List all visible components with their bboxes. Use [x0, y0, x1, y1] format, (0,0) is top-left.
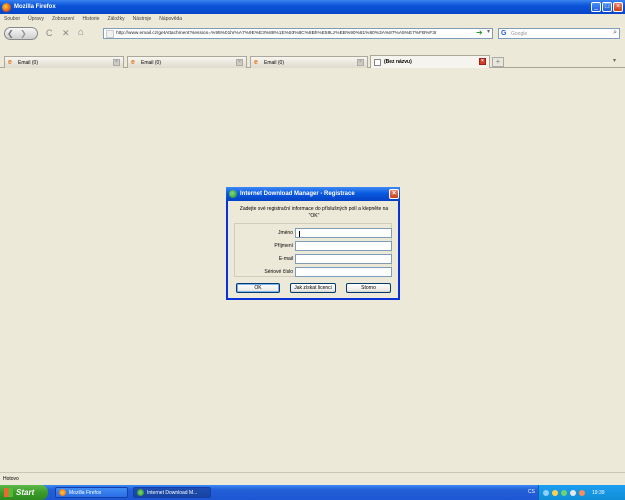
- search-placeholder: Google: [511, 30, 528, 37]
- tab-close-icon[interactable]: ×: [479, 58, 486, 65]
- maximize-button[interactable]: □: [602, 2, 612, 12]
- menu-historie[interactable]: Historie: [82, 16, 99, 22]
- ok-button[interactable]: OK: [236, 283, 280, 293]
- idm-tray-icon[interactable]: [561, 489, 567, 496]
- tab-label: (Bez názvu): [384, 59, 412, 65]
- first-name-field[interactable]: [295, 228, 392, 238]
- tab-list-icon[interactable]: ▾: [613, 57, 622, 67]
- dialog-titlebar: Internet Download Manager - Registrace ×: [226, 187, 400, 201]
- menu-zobrazeni[interactable]: Zobrazení: [52, 16, 75, 22]
- registration-dialog: Internet Download Manager - Registrace ×…: [226, 187, 400, 300]
- last-name-label: Příjmení: [274, 243, 293, 249]
- last-name-field[interactable]: [295, 241, 392, 251]
- email-label: E-mail: [278, 256, 293, 262]
- tab-bez-nazvu[interactable]: (Bez názvu) ×: [370, 55, 490, 68]
- email-field[interactable]: [295, 254, 392, 264]
- serial-number-field[interactable]: [295, 267, 392, 277]
- window-title: Mozilla Firefox: [14, 4, 56, 10]
- start-button[interactable]: Start: [0, 485, 48, 500]
- taskbar-item-firefox[interactable]: Mozilla Firefox: [55, 487, 128, 498]
- search-bar[interactable]: G Google ⌕: [498, 28, 620, 39]
- email-icon: e: [131, 59, 135, 66]
- language-indicator[interactable]: CS: [528, 489, 535, 495]
- menu-nastroje[interactable]: Nástroje: [133, 16, 152, 22]
- page-favicon-icon: [106, 29, 114, 38]
- home-icon[interactable]: ⌂: [78, 28, 84, 38]
- url-dropdown-icon[interactable]: ▾: [487, 28, 490, 35]
- minimize-button[interactable]: _: [591, 2, 601, 12]
- status-bar: Hotovo: [0, 472, 625, 484]
- tab-email-3[interactable]: e Email (0) ×: [250, 56, 368, 68]
- firefox-icon: [59, 489, 66, 496]
- menu-napoveda[interactable]: Nápověda: [159, 16, 182, 22]
- back-forward-group: ❮ ❯: [4, 27, 38, 40]
- reload-icon[interactable]: C: [46, 28, 53, 38]
- google-icon[interactable]: G: [501, 30, 509, 38]
- update-icon[interactable]: [579, 489, 585, 496]
- taskbar-item-idm[interactable]: Internet Download M...: [133, 487, 211, 498]
- search-icon[interactable]: ⌕: [613, 29, 617, 37]
- tab-label: Email (0): [18, 59, 39, 66]
- tab-email-2[interactable]: e Email (0) ×: [127, 56, 247, 68]
- email-icon: e: [8, 59, 12, 66]
- stop-icon[interactable]: ✕: [62, 28, 70, 38]
- dialog-message: Zadejte své registrační informace do pří…: [239, 206, 389, 219]
- taskbar: Start Mozilla Firefox Internet Download …: [0, 485, 625, 500]
- dialog-title: Internet Download Manager - Registrace: [240, 191, 355, 197]
- idm-icon: [137, 489, 144, 496]
- text-caret: [299, 231, 300, 237]
- dialog-close-button[interactable]: ×: [389, 189, 399, 199]
- serial-number-label: Sériové číslo: [264, 269, 293, 275]
- blank-page-icon: [374, 58, 381, 66]
- tab-close-icon[interactable]: ×: [113, 59, 120, 66]
- taskbar-item-label: Mozilla Firefox: [69, 489, 102, 496]
- menu-bar: Soubor Úpravy Zobrazení Historie Záložky…: [0, 14, 625, 24]
- tab-label: Email (0): [141, 59, 162, 66]
- back-icon[interactable]: ❮: [7, 29, 14, 38]
- volume-icon[interactable]: [552, 489, 558, 496]
- first-name-label: Jméno: [277, 230, 293, 236]
- navigation-toolbar: ❮ ❯ C ✕ ⌂ http://www.email.cz/getAttachm…: [0, 24, 625, 43]
- status-text: Hotovo: [3, 475, 19, 482]
- go-arrow-icon[interactable]: ➜: [476, 28, 483, 37]
- system-tray: 19:39: [538, 485, 625, 500]
- windows-logo-icon: [4, 488, 13, 497]
- tab-strip: e Email (0) × e Email (0) × e Email (0) …: [0, 54, 625, 68]
- tab-close-icon[interactable]: ×: [236, 59, 243, 66]
- menu-upravy[interactable]: Úpravy: [28, 16, 44, 22]
- tab-close-icon[interactable]: ×: [357, 59, 364, 66]
- registration-fields: Jméno Příjmení E-mail Sériové číslo: [234, 223, 392, 277]
- menu-soubor[interactable]: Soubor: [4, 16, 20, 22]
- firefox-icon: [2, 2, 11, 12]
- field-row-email: E-mail: [235, 253, 393, 265]
- email-icon: e: [254, 59, 258, 66]
- url-bar[interactable]: http://www.email.cz/getAttachment?sessio…: [103, 28, 493, 39]
- close-button[interactable]: ×: [613, 2, 623, 12]
- menu-zalozky[interactable]: Záložky: [107, 16, 124, 22]
- start-label: Start: [16, 488, 35, 497]
- taskbar-item-label: Internet Download M...: [147, 489, 198, 496]
- window-titlebar: Mozilla Firefox _ □ ×: [0, 0, 625, 14]
- cancel-button[interactable]: Storno: [346, 283, 391, 293]
- new-tab-button[interactable]: +: [492, 57, 504, 67]
- tab-email-1[interactable]: e Email (0) ×: [4, 56, 124, 68]
- forward-icon[interactable]: ❯: [20, 29, 27, 38]
- url-text[interactable]: http://www.email.cz/getAttachment?sessio…: [116, 31, 437, 36]
- field-row-serial: Sériové číslo: [235, 266, 393, 278]
- network-icon[interactable]: [543, 489, 549, 496]
- window-controls: _ □ ×: [591, 2, 623, 12]
- field-row-last-name: Příjmení: [235, 240, 393, 252]
- clock: 19:39: [592, 489, 605, 496]
- idm-icon: [229, 190, 237, 198]
- tab-label: Email (0): [264, 59, 285, 66]
- security-icon[interactable]: [570, 489, 576, 496]
- get-license-button[interactable]: Jak získat licenci: [290, 283, 336, 293]
- field-row-first-name: Jméno: [235, 227, 393, 239]
